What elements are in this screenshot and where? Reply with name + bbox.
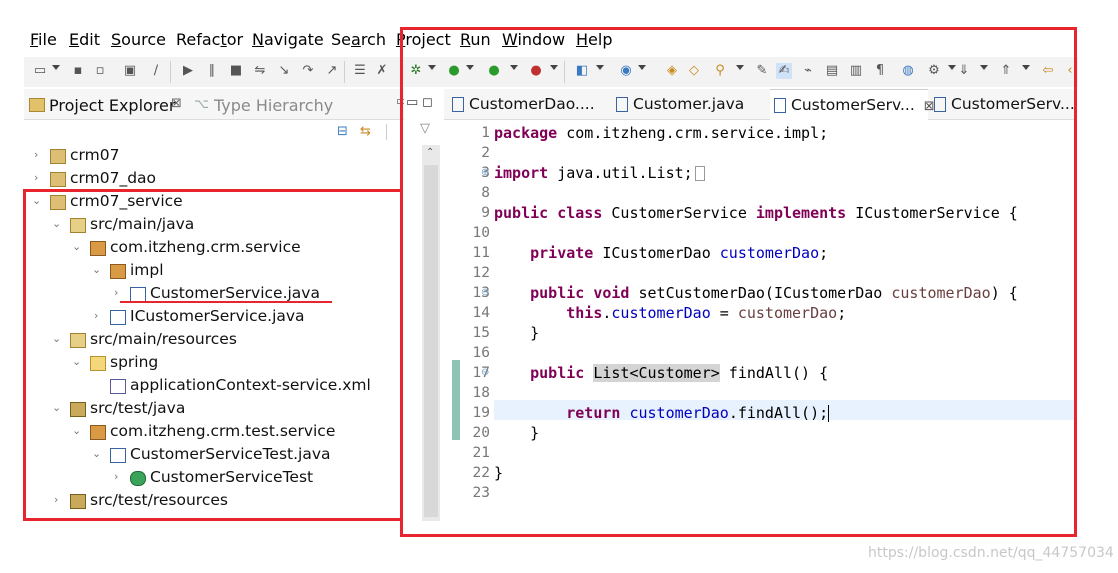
suspend-icon[interactable]: ∥ [204, 63, 220, 79]
tab-type-hierarchy[interactable]: Type Hierarchy [214, 96, 333, 115]
collapse-all-icon[interactable]: ⊟ [337, 124, 348, 139]
menu-search[interactable]: Search [331, 30, 386, 49]
type-hierarchy-icon: ⌥ [194, 97, 209, 112]
menu-navigate[interactable]: Navigate [252, 30, 324, 49]
menu-source[interactable]: Source [111, 30, 166, 49]
menu-edit[interactable]: Edit [69, 30, 100, 49]
disconnect-icon[interactable]: ⇋ [252, 63, 268, 79]
terminate-icon[interactable]: ■ [228, 63, 244, 79]
link-with-editor-icon[interactable]: ⇆ [360, 124, 371, 139]
skip-breakpoints-icon[interactable]: ∕ [148, 63, 164, 79]
project-explorer-icon [29, 98, 45, 112]
menu-file[interactable]: File [30, 30, 57, 49]
step-into-icon[interactable]: ↘ [276, 63, 292, 79]
project-icon [50, 149, 66, 164]
project-icon [50, 172, 66, 187]
toolbar-separator [344, 61, 345, 83]
chevron-right-icon[interactable]: › [34, 167, 46, 189]
toolbar-separator [386, 124, 387, 140]
terminal-icon[interactable]: ▣ [122, 63, 138, 79]
new-dropdown-icon[interactable] [52, 65, 60, 70]
step-over-icon[interactable]: ↷ [300, 63, 316, 79]
properties-icon[interactable]: ☰ [352, 63, 368, 79]
step-return-icon[interactable]: ↗ [324, 63, 340, 79]
tree-node-label: crm07_dao [70, 169, 157, 187]
tab-project-explorer[interactable]: Project Explorer [49, 96, 175, 115]
save-all-icon[interactable]: ▫ [92, 63, 108, 79]
resume-icon[interactable]: ▶ [180, 63, 196, 79]
menu-refactor[interactable]: Refactor [176, 30, 243, 49]
toolbar-separator [170, 61, 171, 83]
highlight-box-explorer [23, 189, 403, 521]
new-icon[interactable]: ▭ [32, 63, 48, 79]
tree-node[interactable]: › crm07 [24, 144, 394, 166]
external-tools-icon[interactable]: ✗ [374, 63, 390, 79]
watermark: https://blog.csdn.net/qq_44757034 [868, 545, 1114, 561]
save-icon[interactable]: ▪ [70, 63, 86, 79]
highlight-box-editor [400, 27, 1077, 537]
close-icon[interactable]: ⊠ [171, 96, 182, 111]
tree-node-label: crm07 [70, 146, 120, 164]
view-tab-bar: Project Explorer ⊠ ⌥ Type Hierarchy ▭ [24, 89, 408, 120]
tree-node[interactable]: › crm07_dao [24, 167, 394, 189]
highlight-underline [120, 301, 332, 303]
chevron-right-icon[interactable]: › [34, 144, 46, 166]
